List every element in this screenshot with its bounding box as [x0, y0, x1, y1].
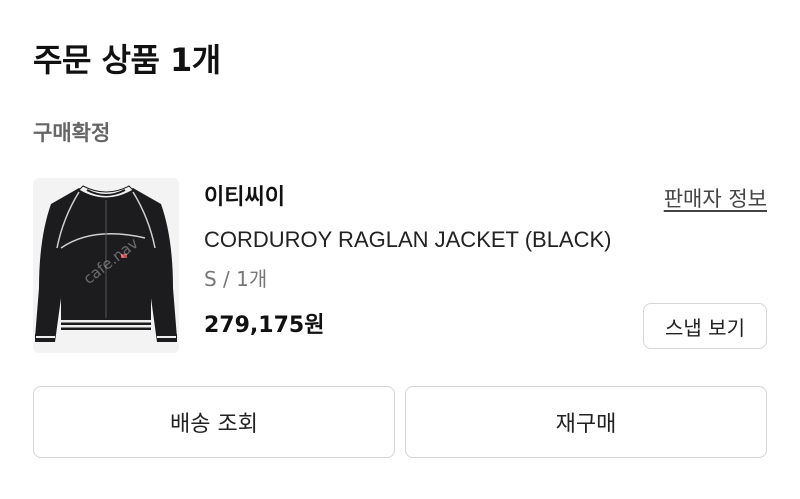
- product-option: S / 1개: [204, 267, 268, 291]
- product-price: 279,175원: [204, 313, 325, 338]
- product-image[interactable]: cafe.nav: [33, 178, 179, 353]
- seller-info-link[interactable]: 판매자 정보: [664, 184, 767, 214]
- jacket-image: cafe.nav: [33, 178, 179, 353]
- page-title: 주문 상품 1개: [33, 41, 221, 79]
- order-status-label: 구매확정: [33, 121, 111, 145]
- reorder-button[interactable]: 재구매: [405, 386, 767, 458]
- product-name[interactable]: CORDUROY RAGLAN JACKET (BLACK): [204, 224, 612, 256]
- snap-view-button[interactable]: 스냅 보기: [643, 303, 767, 349]
- delivery-tracking-button[interactable]: 배송 조회: [33, 386, 395, 458]
- brand-name[interactable]: 이티씨이: [204, 182, 285, 214]
